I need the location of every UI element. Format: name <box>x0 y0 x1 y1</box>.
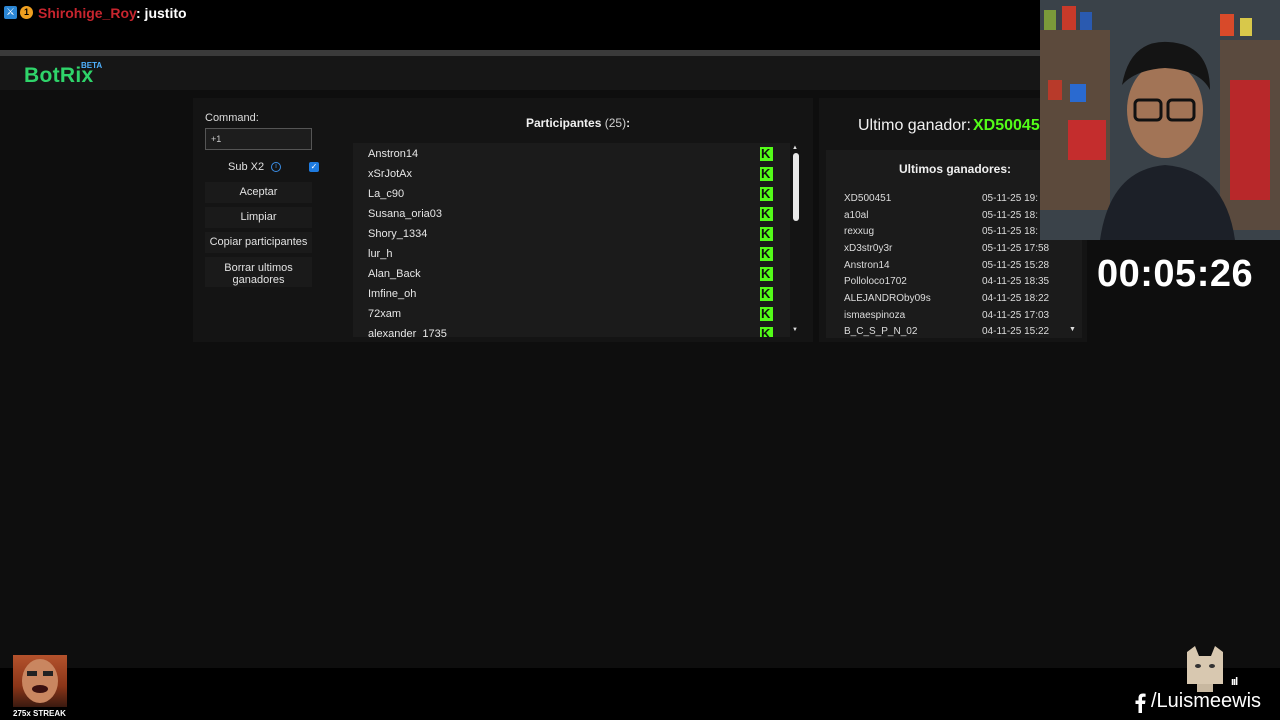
list-item: xD3str0y3r 05-11-25 17:58 <box>844 240 1074 257</box>
accept-button[interactable]: Aceptar <box>205 182 312 203</box>
kick-icon <box>760 167 773 181</box>
winner-date: 05-11-25 15:28 <box>982 260 1050 271</box>
participant-name: Anstron14 <box>368 148 419 160</box>
list-item[interactable]: lur_h <box>368 244 778 264</box>
winner-date: 05-11-25 18: <box>982 226 1038 237</box>
participants-list[interactable]: Anstron14 xSrJotAx La_c90 Susana_oria03 … <box>353 143 790 337</box>
last-winner-name: XD500451 <box>973 117 1049 134</box>
winner-date: 04-11-25 15:22 <box>982 326 1050 337</box>
kick-icon <box>760 307 773 321</box>
list-item[interactable]: Anstron14 <box>368 144 778 164</box>
beta-badge: BETA <box>81 61 103 70</box>
social-handle[interactable]: /Luismeewis <box>1151 690 1261 713</box>
scrollbar-thumb[interactable] <box>793 153 799 221</box>
list-item[interactable]: alexander_1735 <box>368 324 778 337</box>
scroll-down-icon[interactable]: ▼ <box>792 327 798 333</box>
list-item: ALEJANDROby09s 04-11-25 18:22 <box>844 290 1074 307</box>
participant-name: Susana_oria03 <box>368 208 443 220</box>
erase-winners-label-1: Borrar ultimos <box>224 261 293 274</box>
copy-participants-button[interactable]: Copiar participantes <box>205 232 312 253</box>
erase-winners-button[interactable]: Borrar ultimos ganadores <box>205 257 312 287</box>
participant-name: Shory_1334 <box>368 228 428 240</box>
winner-date: 05-11-25 19: <box>982 193 1038 204</box>
winner-name: XD500451 <box>844 193 892 204</box>
kick-icon <box>760 287 773 301</box>
chat-message: : justito <box>136 5 187 21</box>
kick-icon <box>760 187 773 201</box>
participants-colon: : <box>626 116 631 130</box>
winner-name: Polloloco1702 <box>844 276 907 287</box>
scroll-up-icon[interactable]: ▲ <box>792 145 798 151</box>
participant-name: Alan_Back <box>368 268 421 280</box>
winner-date: 04-11-25 18:22 <box>982 293 1050 304</box>
cat-emote-image <box>1183 644 1227 692</box>
app-header <box>0 56 1040 90</box>
scroll-down-icon[interactable]: ▼ <box>1069 326 1076 333</box>
kick-icon <box>760 247 773 261</box>
sub-x2-checkbox[interactable]: ✓ <box>309 162 319 172</box>
sub-x2-label: Sub X2 <box>228 161 265 173</box>
webcam-feed <box>1040 0 1280 240</box>
participant-name: Imfine_oh <box>368 288 417 300</box>
participant-name: La_c90 <box>368 188 405 200</box>
webcam-image <box>1040 0 1280 240</box>
winner-name: a10al <box>844 210 869 221</box>
streak-emote-image <box>13 655 67 707</box>
command-input[interactable] <box>205 128 312 150</box>
participant-name: xSrJotAx <box>368 168 413 180</box>
list-item[interactable]: 72xam <box>368 304 778 324</box>
list-item: B_C_S_P_N_02 04-11-25 15:22 <box>844 323 1074 338</box>
list-item: Polloloco1702 04-11-25 18:35 <box>844 273 1074 290</box>
winner-date: 04-11-25 18:35 <box>982 276 1050 287</box>
winner-name: Anstron14 <box>844 260 890 271</box>
winner-name: ALEJANDROby09s <box>844 293 931 304</box>
list-item[interactable]: Alan_Back <box>368 264 778 284</box>
sub-badge-icon: 1 <box>20 6 33 19</box>
clear-button[interactable]: Limpiar <box>205 207 312 228</box>
erase-winners-label-2: ganadores <box>232 273 285 286</box>
participant-name: lur_h <box>368 248 393 260</box>
participant-name: alexander_1735 <box>368 328 447 337</box>
participants-title: Participantes (25): <box>526 116 630 130</box>
list-item: Anstron14 05-11-25 15:28 <box>844 257 1074 274</box>
kick-icon <box>760 267 773 281</box>
signal-bars-icon: ııl <box>1231 676 1238 688</box>
facebook-icon <box>1135 693 1146 713</box>
list-item[interactable]: Shory_1334 <box>368 224 778 244</box>
list-item: ismaespinoza 04-11-25 17:03 <box>844 307 1074 324</box>
info-icon[interactable]: i <box>271 162 281 172</box>
list-item[interactable]: La_c90 <box>368 184 778 204</box>
winner-date: 05-11-25 18: <box>982 210 1038 221</box>
bottom-bar <box>0 668 1280 720</box>
kick-icon <box>760 227 773 241</box>
kick-icon <box>760 207 773 221</box>
kick-icon <box>760 327 773 337</box>
participants-count: (25) <box>604 116 627 130</box>
last-winners-title: Ultimos ganadores: <box>899 162 1012 176</box>
streak-label: 275x STREAK <box>13 709 66 718</box>
countdown-timer: 00:05:26 <box>1097 253 1254 295</box>
list-item[interactable]: xSrJotAx <box>368 164 778 184</box>
kick-icon <box>760 147 773 161</box>
command-label: Command: <box>205 112 259 124</box>
winner-name: xD3str0y3r <box>844 243 893 254</box>
sword-badge-icon: ⚔ <box>4 6 17 19</box>
list-item[interactable]: Susana_oria03 <box>368 204 778 224</box>
last-winner-label: Ultimo ganador: <box>858 117 971 134</box>
winner-date: 05-11-25 17:58 <box>982 243 1050 254</box>
participants-title-label: Participantes <box>526 116 602 130</box>
winner-name: rexxug <box>844 226 875 237</box>
chat-username[interactable]: Shirohige_Roy <box>38 5 137 21</box>
participant-name: 72xam <box>368 308 402 320</box>
winner-name: B_C_S_P_N_02 <box>844 326 918 337</box>
winner-name: ismaespinoza <box>844 310 906 321</box>
winner-date: 04-11-25 17:03 <box>982 310 1050 321</box>
list-item[interactable]: Imfine_oh <box>368 284 778 304</box>
